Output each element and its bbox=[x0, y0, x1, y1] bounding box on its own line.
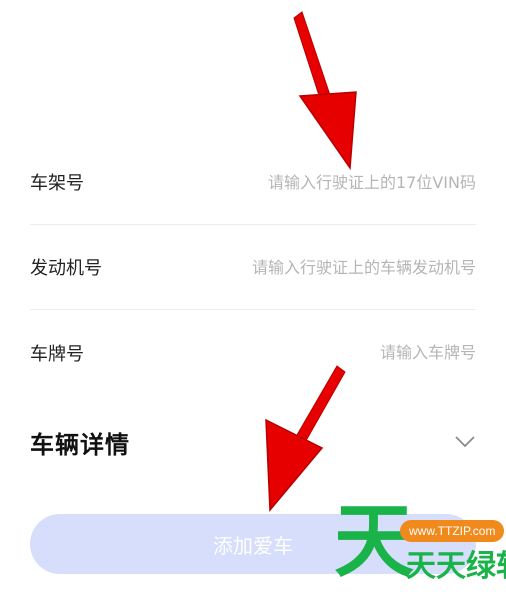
chevron-down-icon[interactable] bbox=[454, 431, 476, 453]
watermark-url: www.TTZIP.com bbox=[400, 520, 505, 542]
vehicle-details-toggle[interactable]: 车辆详情 bbox=[30, 412, 476, 472]
vehicle-form: 车架号 发动机号 车牌号 bbox=[30, 140, 476, 395]
vin-row: 车架号 bbox=[30, 140, 476, 225]
plate-input[interactable] bbox=[186, 343, 476, 362]
site-watermark: 天 www.TTZIP.com 天天绿软 bbox=[334, 502, 506, 592]
engine-input[interactable] bbox=[186, 257, 476, 277]
engine-label: 发动机号 bbox=[30, 258, 102, 279]
watermark-logo: 天 bbox=[334, 495, 414, 588]
plate-label: 车牌号 bbox=[30, 343, 84, 365]
watermark-text: 天天绿软 bbox=[406, 549, 506, 584]
plate-row: 车牌号 bbox=[30, 310, 476, 395]
engine-row: 发动机号 bbox=[30, 225, 476, 310]
vehicle-details-title: 车辆详情 bbox=[30, 430, 130, 459]
vin-input[interactable] bbox=[186, 172, 476, 192]
vin-label: 车架号 bbox=[30, 173, 84, 194]
